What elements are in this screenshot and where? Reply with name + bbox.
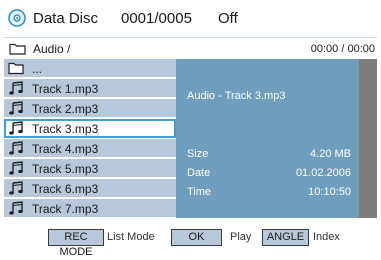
list-item-track-3[interactable]: Track 3.mp3: [4, 119, 176, 138]
header-bar: Data Disc 0001/0005 Off: [0, 0, 381, 37]
repeat-mode: Off: [218, 10, 238, 27]
list-item-label: Track 2.mp3: [32, 102, 99, 116]
angle-label: Index: [313, 231, 340, 243]
list-item-label: Track 3.mp3: [32, 122, 99, 136]
music-note-icon: [9, 201, 23, 215]
music-note-icon: [9, 161, 23, 175]
track-counter: 0001/0005: [121, 10, 192, 27]
size-label: Size: [187, 148, 209, 160]
list-item-label: Track 1.mp3: [32, 82, 99, 96]
music-note-icon: [9, 141, 23, 155]
list-item-track-2[interactable]: Track 2.mp3: [4, 99, 176, 118]
list-item-label: Track 7.mp3: [32, 202, 99, 216]
ok-label: Play: [230, 231, 252, 243]
list-item-track-6[interactable]: Track 6.mp3: [4, 179, 176, 198]
list-item-track-1[interactable]: Track 1.mp3: [4, 79, 176, 98]
list-item-track-4[interactable]: Track 4.mp3: [4, 139, 176, 158]
list-item-label: Track 5.mp3: [32, 162, 99, 176]
path-bar: Audio / 00:00 / 00:00: [4, 37, 377, 59]
info-title: Audio - Track 3.mp3: [187, 90, 286, 102]
music-note-icon: [9, 101, 23, 115]
date-value: 01.02.2006: [295, 167, 351, 179]
music-note-icon: [9, 181, 23, 195]
list-item-track-7[interactable]: Track 7.mp3: [4, 199, 176, 218]
file-list: ... Track 1.mp3 Track 2.mp3 Track 3.mp3: [4, 59, 176, 218]
current-path: Audio /: [33, 42, 71, 56]
list-item-label: Track 4.mp3: [32, 142, 99, 156]
time-label: Time: [187, 186, 212, 198]
list-item-parent-folder[interactable]: ...: [4, 59, 176, 78]
playback-time: 00:00 / 00:00: [310, 43, 375, 55]
music-note-icon: [9, 121, 23, 135]
size-value: 4.20 MB: [310, 148, 351, 160]
time-value: 10:10:50: [308, 186, 351, 198]
ok-button[interactable]: OK: [171, 229, 222, 246]
list-item-label: Track 6.mp3: [32, 182, 99, 196]
rec-mode-button[interactable]: REC MODE: [48, 229, 104, 258]
disc-icon: [8, 9, 26, 27]
angle-button[interactable]: ANGLE: [262, 229, 309, 246]
date-label: Date: [187, 167, 211, 179]
folder-icon: [9, 43, 26, 55]
rec-mode-label: List Mode: [107, 231, 155, 243]
file-info-panel: Audio - Track 3.mp3 Size 4.20 MB Date 01…: [176, 59, 359, 218]
scrollbar[interactable]: [359, 59, 377, 218]
list-item-track-5[interactable]: Track 5.mp3: [4, 159, 176, 178]
disc-title: Data Disc: [33, 10, 99, 27]
list-item-label: ...: [32, 62, 43, 76]
folder-icon: [8, 62, 24, 75]
key-hint-bar: REC MODE List Mode OK Play ANGLE Index: [0, 218, 381, 260]
music-note-icon: [9, 81, 23, 95]
